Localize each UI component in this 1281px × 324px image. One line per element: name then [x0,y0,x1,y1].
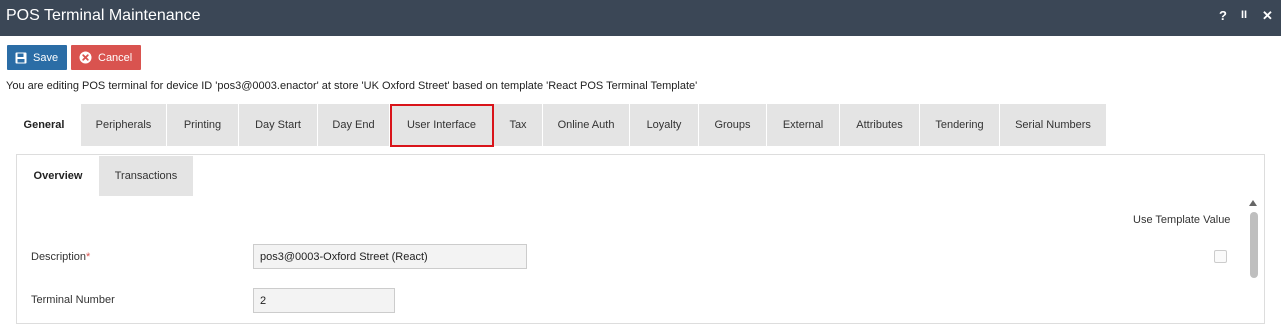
tab-serial-numbers[interactable]: Serial Numbers [1000,104,1107,146]
tab-loyalty[interactable]: Loyalty [630,104,699,146]
tab-groups[interactable]: Groups [699,104,767,146]
tab-general[interactable]: General [8,104,81,146]
tab-printing[interactable]: Printing [167,104,239,146]
subtab-overview[interactable]: Overview [17,156,99,196]
scroll-up-arrow-icon[interactable] [1249,200,1257,206]
terminal-number-label: Terminal Number [31,294,115,306]
description-label-text: Description [31,251,87,263]
tab-user-interface[interactable]: User Interface [390,104,494,146]
cancel-circle-icon [79,51,92,64]
window-title: POS Terminal Maintenance [6,7,201,24]
main-tab-bar: General Peripherals Printing Day Start D… [8,104,1107,146]
terminal-number-field[interactable]: 2 [253,288,395,313]
required-marker: * [86,251,91,263]
tab-external[interactable]: External [767,104,840,146]
use-template-value-header: Use Template Value [1133,214,1231,226]
close-icon[interactable]: ✕ [1262,8,1273,24]
tab-attributes[interactable]: Attributes [840,104,920,146]
tab-day-end[interactable]: Day End [318,104,390,146]
floppy-disk-icon [15,52,27,63]
help-icon[interactable]: ? [1219,8,1227,23]
general-tab-panel [16,154,1265,324]
vertical-scrollbar-thumb[interactable] [1250,212,1258,278]
subtab-transactions[interactable]: Transactions [99,156,193,196]
tab-online-auth[interactable]: Online Auth [543,104,630,146]
window-titlebar: POS Terminal Maintenance ? II ✕ [0,0,1281,36]
tab-day-start[interactable]: Day Start [239,104,318,146]
tab-tendering[interactable]: Tendering [920,104,1000,146]
save-label: Save [33,51,59,64]
save-button[interactable]: Save [7,45,67,70]
sub-tab-bar: Overview Transactions [17,156,193,196]
cancel-label: Cancel [98,51,133,64]
cancel-button[interactable]: Cancel [71,45,141,70]
description-label: Description* [31,251,90,263]
editing-info-text: You are editing POS terminal for device … [6,80,698,92]
tab-tax[interactable]: Tax [494,104,543,146]
pause-icon[interactable]: II [1241,9,1247,21]
use-template-value-checkbox[interactable] [1214,250,1227,263]
tab-peripherals[interactable]: Peripherals [81,104,167,146]
description-field[interactable]: pos3@0003-Oxford Street (React) [253,244,527,269]
